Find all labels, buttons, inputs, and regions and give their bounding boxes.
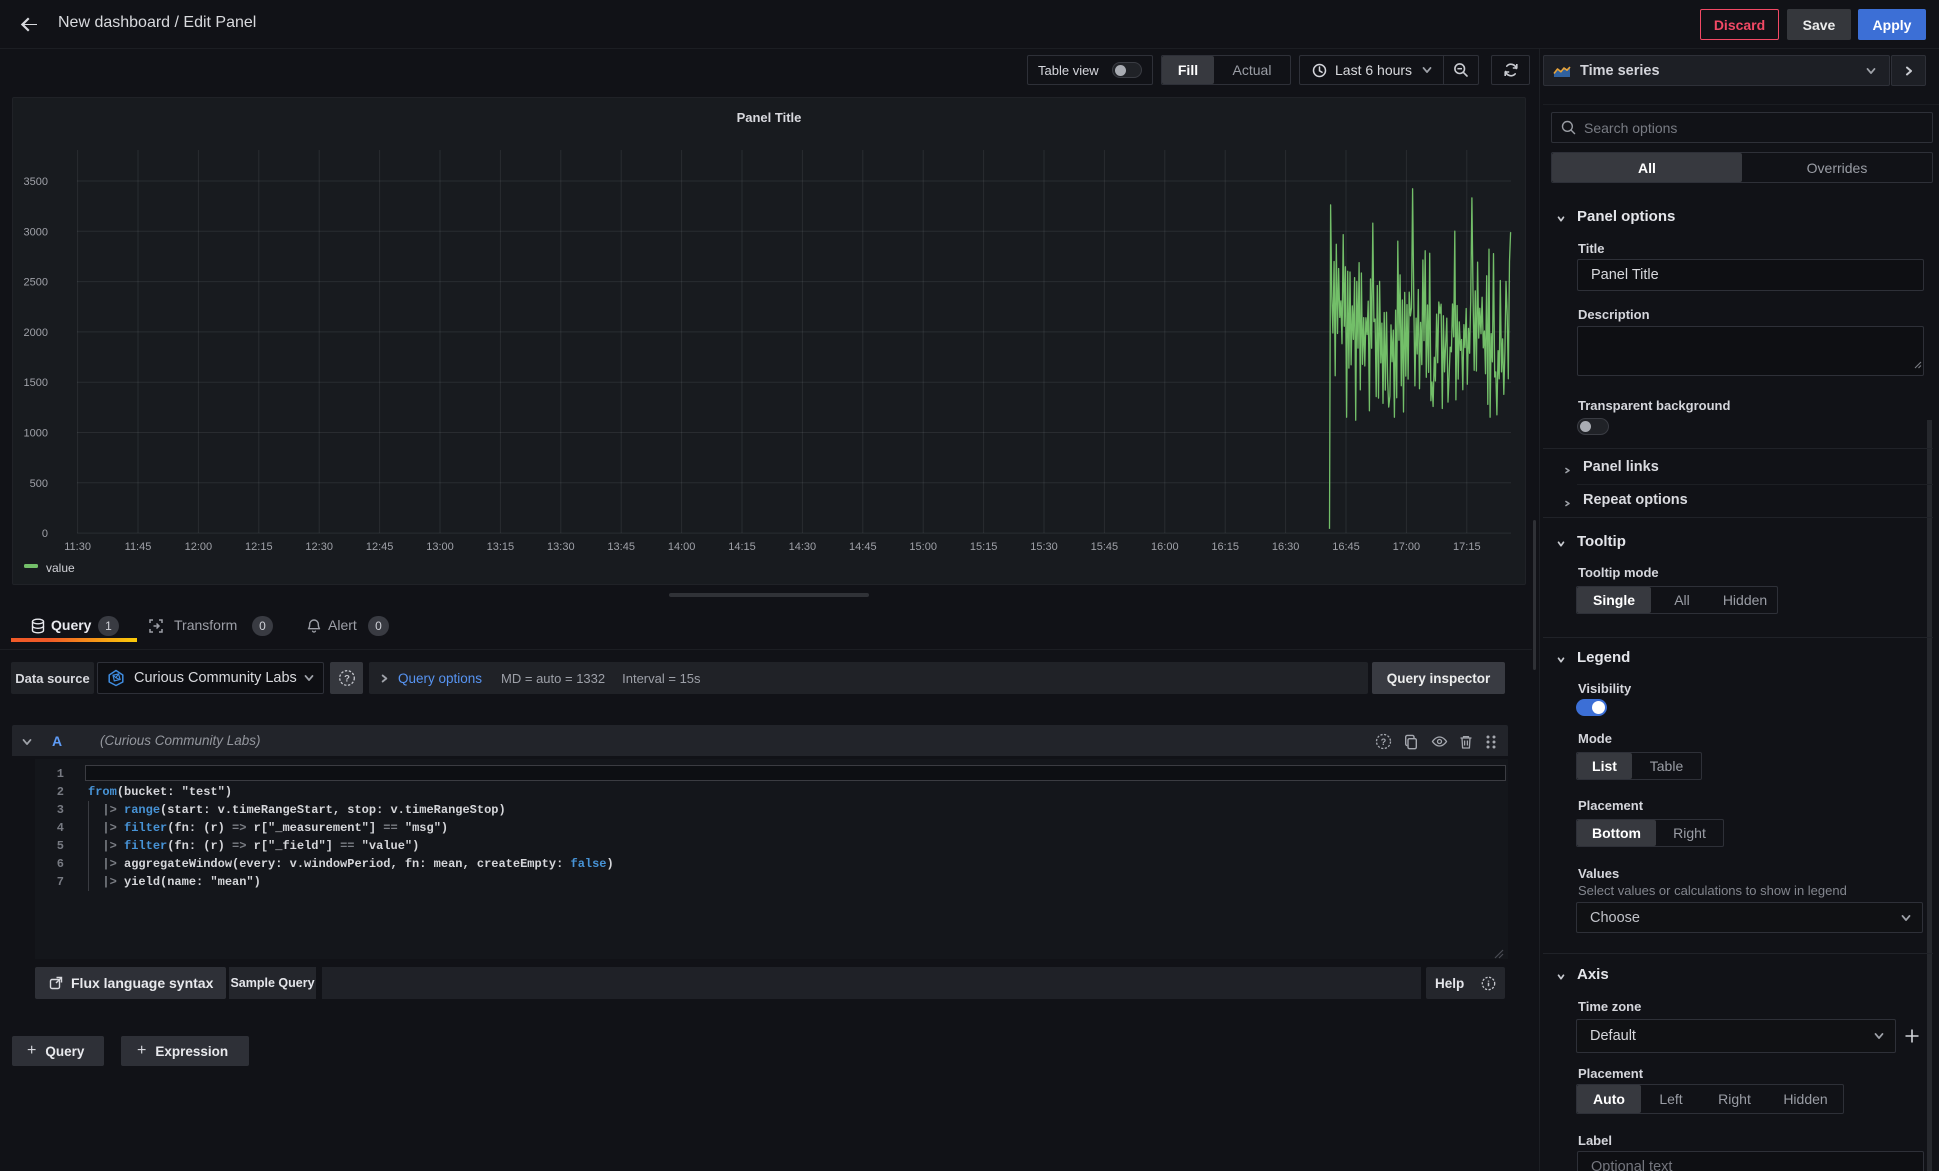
svg-text:3500: 3500: [24, 176, 48, 188]
svg-text:1000: 1000: [24, 428, 48, 440]
svg-text:16:00: 16:00: [1151, 541, 1179, 553]
svg-text:?: ?: [1381, 737, 1387, 747]
svg-text:0: 0: [42, 528, 48, 540]
svg-text:14:00: 14:00: [668, 541, 696, 553]
svg-text:14:30: 14:30: [789, 541, 817, 553]
svg-text:13:15: 13:15: [487, 541, 515, 553]
svg-text:15:30: 15:30: [1030, 541, 1058, 553]
svg-text:12:30: 12:30: [305, 541, 333, 553]
svg-text:13:45: 13:45: [607, 541, 635, 553]
svg-text:1500: 1500: [24, 377, 48, 389]
svg-text:16:45: 16:45: [1332, 541, 1360, 553]
svg-text:16:15: 16:15: [1211, 541, 1239, 553]
svg-text:17:15: 17:15: [1453, 541, 1481, 553]
svg-text:3000: 3000: [24, 226, 48, 238]
svg-text:16:30: 16:30: [1272, 541, 1300, 553]
svg-text:14:15: 14:15: [728, 541, 756, 553]
svg-text:value: value: [46, 561, 75, 575]
svg-text:12:00: 12:00: [185, 541, 213, 553]
svg-text:2500: 2500: [24, 277, 48, 289]
svg-text:14:45: 14:45: [849, 541, 877, 553]
svg-text:500: 500: [30, 478, 48, 490]
svg-text:2000: 2000: [24, 327, 48, 339]
svg-text:?: ?: [344, 673, 350, 684]
svg-text:12:15: 12:15: [245, 541, 273, 553]
svg-text:11:30: 11:30: [64, 541, 91, 553]
svg-text:13:30: 13:30: [547, 541, 575, 553]
svg-text:17:00: 17:00: [1393, 541, 1421, 553]
svg-text:15:00: 15:00: [909, 541, 937, 553]
svg-text:15:15: 15:15: [970, 541, 998, 553]
svg-text:13:00: 13:00: [426, 541, 454, 553]
svg-text:12:45: 12:45: [366, 541, 394, 553]
svg-text:11:45: 11:45: [125, 541, 152, 553]
svg-text:15:45: 15:45: [1091, 541, 1119, 553]
